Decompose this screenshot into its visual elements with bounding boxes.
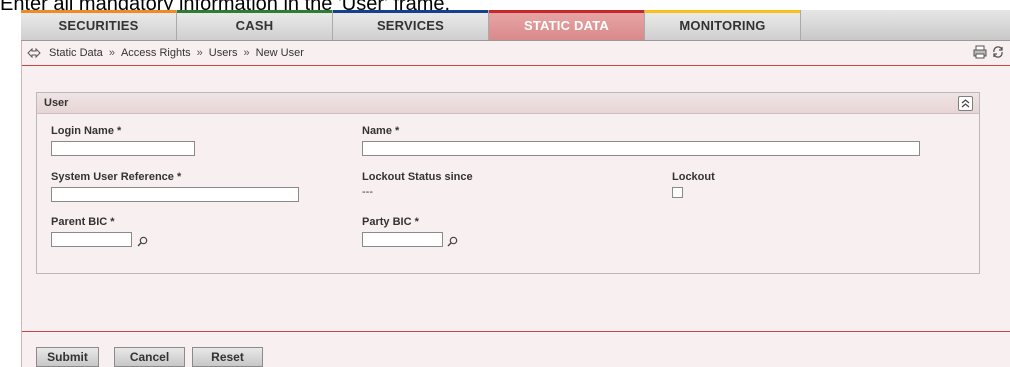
parent-bic-label: Parent BIC * (51, 216, 115, 228)
lockout-checkbox[interactable] (672, 187, 683, 198)
tab-label: SECURITIES (58, 17, 139, 33)
breadcrumb-static-data[interactable]: Static Data (49, 47, 103, 59)
name-input[interactable] (362, 141, 920, 156)
tab-color-stripe (177, 10, 332, 13)
tab-cash[interactable]: CASH (177, 10, 333, 40)
tab-color-stripe (489, 10, 644, 13)
tab-services[interactable]: SERVICES (333, 10, 489, 40)
tab-label: SERVICES (376, 17, 445, 33)
lockout-status-since-label: Lockout Status since (362, 171, 473, 183)
submit-button[interactable]: Submit (36, 347, 99, 367)
system-user-reference-label: System User Reference * (51, 171, 182, 183)
user-panel: User Login Name * Name * System User Ref… (36, 92, 980, 274)
lockout-label: Lockout (672, 171, 715, 183)
collapse-up-icon[interactable] (958, 96, 973, 111)
lockout-status-since-value: --- (362, 186, 373, 198)
breadcrumb: Static Data » Access Rights » Users » Ne… (22, 41, 1010, 66)
party-bic-magnifier-icon[interactable] (447, 234, 458, 247)
panel-title: User (44, 97, 69, 109)
tab-color-stripe (645, 10, 800, 13)
name-label: Name * (362, 125, 400, 137)
system-user-reference-input[interactable] (51, 187, 299, 202)
tab-color-stripe (333, 10, 488, 13)
top-navigation: SECURITIES CASH SERVICES STATIC DATA MON… (21, 10, 1010, 41)
breadcrumb-new-user: New User (255, 47, 304, 59)
breadcrumb-access-rights[interactable]: Access Rights (121, 47, 191, 59)
back-arrows-icon[interactable] (27, 46, 41, 60)
divider (22, 331, 1010, 332)
tab-label: CASH (235, 17, 274, 33)
print-icon[interactable] (973, 45, 987, 59)
party-bic-label: Party BIC * (362, 216, 419, 228)
tab-monitoring[interactable]: MONITORING (645, 10, 801, 40)
tab-color-stripe (21, 10, 176, 13)
parent-bic-input[interactable] (51, 232, 132, 247)
tab-label: STATIC DATA (524, 17, 609, 33)
breadcrumb-users[interactable]: Users (209, 47, 238, 59)
breadcrumb-separator: » (196, 47, 203, 59)
tab-label: MONITORING (679, 17, 766, 33)
panel-header: User (37, 93, 979, 114)
content-frame: Static Data » Access Rights » Users » Ne… (21, 41, 1010, 367)
party-bic-input[interactable] (362, 232, 443, 247)
cancel-button[interactable]: Cancel (114, 347, 185, 367)
refresh-icon[interactable] (991, 45, 1005, 59)
breadcrumb-separator: » (243, 47, 250, 59)
tab-static-data[interactable]: STATIC DATA (489, 10, 645, 40)
breadcrumb-separator: » (108, 47, 115, 59)
login-name-label: Login Name * (51, 125, 122, 137)
reset-button[interactable]: Reset (192, 347, 263, 367)
login-name-input[interactable] (51, 141, 195, 156)
parent-bic-magnifier-icon[interactable] (137, 234, 148, 247)
tab-securities[interactable]: SECURITIES (21, 10, 177, 40)
